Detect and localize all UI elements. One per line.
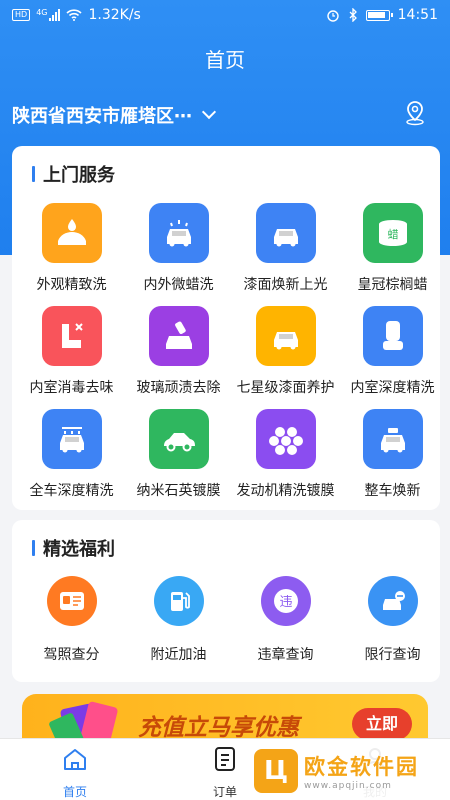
home-icon: [64, 749, 86, 770]
benefits-card: 精选福利 驾照查分 附近加油违违章查询 限行查询: [12, 520, 440, 682]
service-item[interactable]: 内外微蜡洗: [125, 203, 232, 294]
signal-icon: [49, 9, 61, 21]
status-bar: HD 4G 1.32K/s 14:51: [0, 0, 450, 30]
svg-text:蜡: 蜡: [387, 228, 398, 241]
license-card-icon: [46, 576, 97, 626]
orders-icon: [215, 747, 235, 771]
page-title: 首页: [205, 48, 245, 72]
service-item[interactable]: 玻璃顽渍去除: [125, 306, 232, 397]
service-label: 整车焕新: [364, 483, 421, 499]
service-item[interactable]: 内室深度精洗: [339, 306, 446, 397]
service-item[interactable]: 外观精致洗: [18, 203, 125, 294]
service-label: 漆面焕新上光: [243, 277, 328, 293]
benefit-label: 驾照查分: [43, 647, 100, 663]
chevron-down-icon: [201, 104, 217, 120]
car-side-icon: [148, 409, 209, 469]
service-label: 内室深度精洗: [350, 380, 435, 396]
benefit-item[interactable]: 违违章查询: [232, 576, 339, 664]
banner-text: 充值立马享优惠: [138, 715, 299, 741]
car-wash-drop-icon: [41, 203, 102, 263]
svg-text:违: 违: [279, 595, 292, 610]
alarm-icon: [326, 10, 339, 22]
glass-cleaning-icon: [148, 306, 209, 366]
section-title: 上门服务: [32, 163, 115, 186]
hd-badge: HD: [12, 9, 31, 21]
network-type: 4G: [36, 7, 48, 17]
battery-icon: [365, 9, 393, 21]
car-sparkle-icon: [148, 203, 209, 263]
benefit-item[interactable]: 附近加油: [125, 576, 232, 664]
taxi-car-icon: [362, 409, 423, 469]
site-watermark: Ц 欧金软件园 www.apqjin.com: [248, 744, 448, 798]
service-label: 内室消毒去味: [29, 380, 114, 396]
service-item[interactable]: 漆面焕新上光: [232, 203, 339, 294]
tab-label: 首页: [62, 785, 87, 799]
benefit-label: 限行查询: [364, 647, 421, 663]
benefit-item[interactable]: 驾照查分: [18, 576, 125, 664]
service-item[interactable]: 全车深度精洗: [18, 409, 125, 500]
banner-button[interactable]: 立即: [352, 708, 412, 740]
watermark-url: www.apqjin.com: [304, 781, 392, 791]
car-front-icon: [255, 306, 316, 366]
benefit-label: 附近加油: [150, 647, 207, 663]
service-item[interactable]: 整车焕新: [339, 409, 446, 500]
wax-can-icon: 蜡: [362, 203, 423, 263]
section-title: 精选福利: [32, 537, 115, 560]
map-pin-icon[interactable]: [404, 100, 426, 126]
car-restriction-icon: [367, 576, 418, 626]
bluetooth-icon: [349, 8, 357, 22]
engine-honeycomb-icon: [255, 409, 316, 469]
car-seat-icon: [362, 306, 423, 366]
service-label: 发动机精洗镀膜: [236, 483, 335, 499]
violation-icon: 违: [260, 576, 311, 626]
service-item[interactable]: 蜡皇冠棕榈蜡: [339, 203, 446, 294]
location-text: 陕西省西安市雁塔区⋯: [12, 106, 192, 127]
clock: 14:51: [397, 7, 438, 23]
service-label: 外观精致洗: [36, 277, 107, 293]
network-speed: 1.32K/s: [88, 7, 141, 23]
service-item[interactable]: 发动机精洗镀膜: [232, 409, 339, 500]
service-item[interactable]: 内室消毒去味: [18, 306, 125, 397]
service-item[interactable]: 七星级漆面养护: [232, 306, 339, 397]
car-front-icon: [255, 203, 316, 263]
car-shower-icon: [41, 409, 102, 469]
service-item[interactable]: 纳米石英镀膜: [125, 409, 232, 500]
watermark-logo: Ц: [254, 749, 298, 793]
service-label: 全车深度精洗: [29, 483, 114, 499]
service-label: 内外微蜡洗: [143, 277, 214, 293]
location-selector[interactable]: 陕西省西安市雁塔区⋯: [12, 102, 217, 128]
benefit-item[interactable]: 限行查询: [339, 576, 446, 664]
wifi-icon: [66, 9, 83, 21]
service-label: 皇冠棕榈蜡: [357, 277, 428, 293]
service-label: 七星级漆面养护: [236, 380, 335, 396]
car-seat-disinfect-icon: [41, 306, 102, 366]
tab-home[interactable]: 首页: [0, 745, 150, 800]
gas-pump-icon: [153, 576, 204, 626]
service-label: 玻璃顽渍去除: [136, 380, 221, 396]
benefit-label: 违章查询: [257, 647, 314, 663]
home-service-card: 上门服务 外观精致洗 内外微蜡洗 漆面焕新上光 蜡皇冠棕榈蜡内室消毒去味 玻璃顽渍去除七…: [12, 146, 440, 510]
watermark-title: 欧金软件园: [304, 755, 419, 779]
service-label: 纳米石英镀膜: [136, 483, 221, 499]
